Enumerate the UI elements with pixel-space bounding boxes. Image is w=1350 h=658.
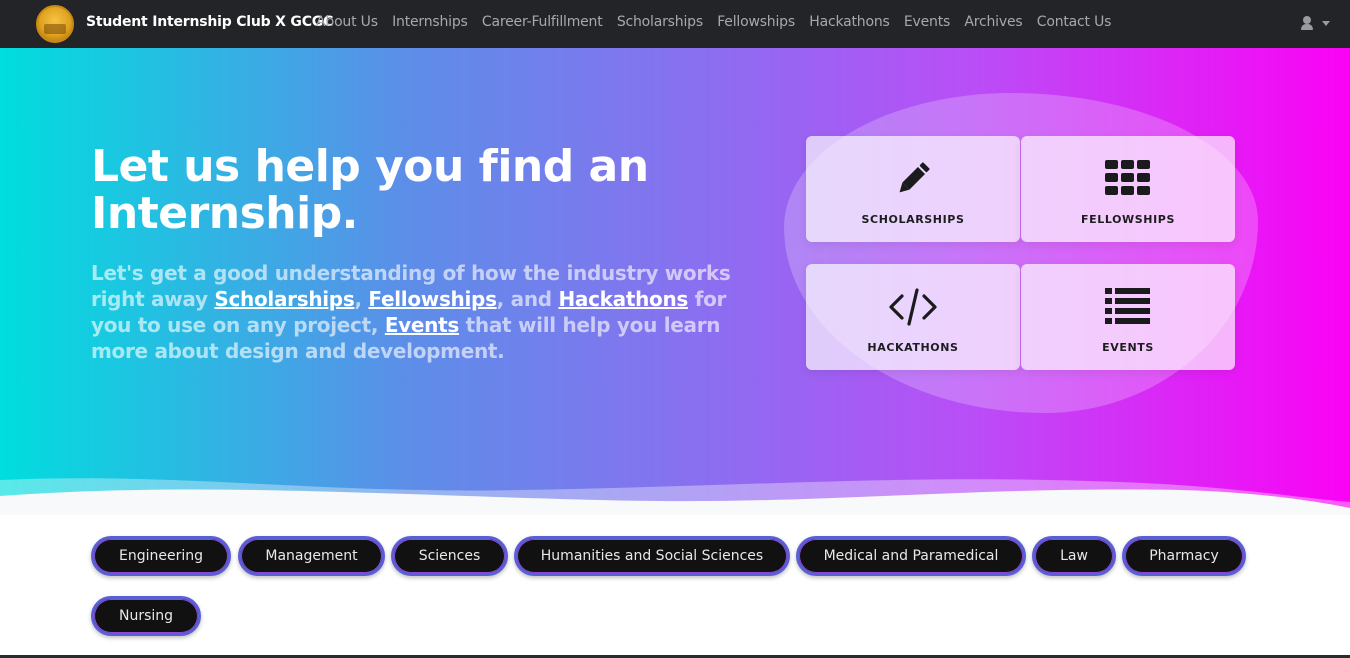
- card-scholarships[interactable]: SCHOLARSHIPS: [806, 136, 1020, 242]
- nav-links: About Us Internships Career-Fulfillment …: [316, 14, 1126, 30]
- category-law[interactable]: Law: [1032, 536, 1116, 576]
- category-sciences[interactable]: Sciences: [391, 536, 508, 576]
- hero-title: Let us help you find an Internship.: [91, 141, 649, 239]
- hero-link-scholarships[interactable]: Scholarships: [214, 287, 354, 311]
- list-icon: [1021, 286, 1235, 328]
- top-navbar: Student Internship Club X GCGC About Us …: [0, 0, 1350, 48]
- category-pharmacy[interactable]: Pharmacy: [1122, 536, 1246, 576]
- brand-name[interactable]: Student Internship Club X GCGC: [86, 14, 333, 30]
- user-menu-dropdown[interactable]: [1300, 15, 1330, 31]
- nav-link-archives[interactable]: Archives: [964, 14, 1022, 30]
- nav-link-hackathons[interactable]: Hackathons: [809, 14, 890, 30]
- category-medical[interactable]: Medical and Paramedical: [796, 536, 1026, 576]
- caret-down-icon: [1322, 20, 1330, 26]
- hero-desc-text-3: , and: [496, 287, 559, 311]
- nav-link-events[interactable]: Events: [904, 14, 950, 30]
- category-engineering[interactable]: Engineering: [91, 536, 231, 576]
- nav-link-internships[interactable]: Internships: [392, 14, 468, 30]
- card-hackathons[interactable]: HACKATHONS: [806, 264, 1020, 370]
- hero-description: Let's get a good understanding of how th…: [91, 260, 756, 364]
- card-label-scholarships: SCHOLARSHIPS: [861, 213, 965, 226]
- hero-link-events[interactable]: Events: [385, 313, 459, 337]
- card-label-hackathons: HACKATHONS: [867, 341, 959, 354]
- hero-link-fellowships[interactable]: Fellowships: [368, 287, 497, 311]
- hero-wave-divider: [0, 478, 1350, 515]
- code-icon: [806, 286, 1020, 328]
- nav-link-scholarships[interactable]: Scholarships: [617, 14, 703, 30]
- user-icon: [1300, 15, 1314, 31]
- hero-link-hackathons[interactable]: Hackathons: [558, 287, 688, 311]
- nav-link-about-us[interactable]: About Us: [316, 14, 378, 30]
- category-management[interactable]: Management: [238, 536, 385, 576]
- pencil-icon: [806, 158, 1020, 200]
- category-humanities[interactable]: Humanities and Social Sciences: [514, 536, 790, 576]
- grid-icon: [1021, 158, 1235, 200]
- category-nursing[interactable]: Nursing: [91, 596, 201, 636]
- card-label-events: EVENTS: [1102, 341, 1154, 354]
- card-events[interactable]: EVENTS: [1021, 264, 1235, 370]
- nav-link-fellowships[interactable]: Fellowships: [717, 14, 795, 30]
- card-label-fellowships: FELLOWSHIPS: [1081, 213, 1175, 226]
- club-logo[interactable]: [36, 5, 74, 43]
- nav-link-career-fulfillment[interactable]: Career-Fulfillment: [482, 14, 603, 30]
- hero-section: Let us help you find an Internship. Let'…: [0, 48, 1350, 515]
- nav-link-contact-us[interactable]: Contact Us: [1037, 14, 1112, 30]
- card-fellowships[interactable]: FELLOWSHIPS: [1021, 136, 1235, 242]
- hero-desc-text-2: ,: [354, 287, 369, 311]
